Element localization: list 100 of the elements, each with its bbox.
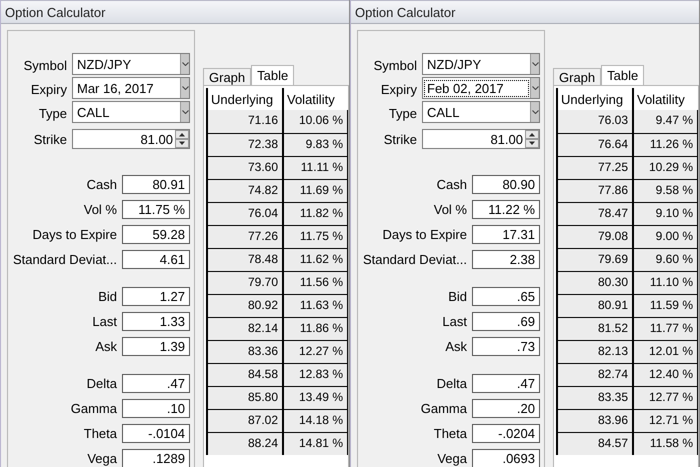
value-field: .20: [472, 399, 540, 418]
table-cell: 9.60 %: [634, 248, 698, 271]
field-label: Theta: [434, 426, 467, 443]
dropdown-button[interactable]: [180, 102, 189, 122]
table-cell: 11.69 %: [284, 179, 348, 202]
field-label: Vol %: [84, 202, 117, 219]
field-label: Bid: [98, 289, 117, 306]
dropdown-button[interactable]: [530, 54, 539, 74]
field-label: Days to Expire: [382, 227, 467, 244]
table-cell: 11.58 %: [634, 432, 698, 455]
table-cell: 83.35: [558, 386, 634, 409]
field-label: Last: [92, 314, 117, 331]
chevron-down-icon: [182, 86, 188, 90]
value-field: .73: [472, 337, 540, 356]
table-cell: 11.86 %: [284, 317, 348, 340]
field-label: Vega: [87, 451, 117, 467]
table-cell: 80.92: [208, 294, 284, 317]
table-cell: 71.16: [208, 110, 284, 133]
tab[interactable]: Table: [601, 65, 644, 85]
dropdown-field[interactable]: Feb 02, 2017: [422, 77, 540, 99]
spinner-field[interactable]: 81.00: [422, 129, 540, 149]
value-field: 80.90: [472, 175, 540, 194]
spinner-arrows-icon[interactable]: [175, 130, 189, 148]
dropdown-field[interactable]: CALL: [422, 101, 540, 123]
table-cell: 13.49 %: [284, 386, 348, 409]
tab[interactable]: Graph: [553, 68, 602, 85]
table-cell: 11.10 %: [634, 271, 698, 294]
table-cell: 12.40 %: [634, 363, 698, 386]
field-label: Standard Deviat...: [12, 252, 117, 269]
dropdown-button[interactable]: [180, 54, 189, 74]
table-cell: 11.75 %: [284, 225, 348, 248]
value-field: 11.75 %: [122, 200, 190, 219]
tab[interactable]: Graph: [203, 68, 252, 85]
table-cell: 77.26: [208, 225, 284, 248]
chevron-down-icon: [532, 86, 538, 90]
field-label: Type: [38, 106, 67, 123]
table-cell: 78.47: [558, 202, 634, 225]
field-label: Cash: [86, 177, 117, 194]
table-cell: 79.08: [558, 225, 634, 248]
value-field: 4.61: [122, 250, 190, 269]
table-cell: 11.82 %: [284, 202, 348, 225]
value-field: 80.91: [122, 175, 190, 194]
field-label: Theta: [84, 426, 117, 443]
table-cell: 78.48: [208, 248, 284, 271]
table-cell: 9.10 %: [634, 202, 698, 225]
value-field: .1289: [122, 449, 190, 467]
table-cell: 11.11 %: [284, 156, 348, 179]
dropdown-field[interactable]: NZD/JPY: [422, 53, 540, 75]
table-cell: 77.86: [558, 179, 634, 202]
table-cell: 83.36: [208, 340, 284, 363]
dropdown-field[interactable]: Mar 16, 2017: [72, 77, 190, 99]
tab[interactable]: Table: [251, 65, 294, 85]
field-label: Strike: [34, 132, 67, 149]
table-cell: 11.56 %: [284, 271, 348, 294]
value-field: 11.22 %: [472, 200, 540, 219]
table-cell: 12.27 %: [284, 340, 348, 363]
table-cell: 12.77 %: [634, 386, 698, 409]
field-label: Symbol: [374, 58, 417, 75]
dropdown-button[interactable]: [530, 102, 539, 122]
dropdown-field[interactable]: NZD/JPY: [72, 53, 190, 75]
table-cell: 72.38: [208, 133, 284, 156]
table-cell: 12.01 %: [634, 340, 698, 363]
table-cell: 79.69: [558, 248, 634, 271]
table-cell: 12.71 %: [634, 409, 698, 432]
table-cell: 84.58: [208, 363, 284, 386]
dropdown-field[interactable]: CALL: [72, 101, 190, 123]
table-cell: 76.03: [558, 110, 634, 133]
table-cell: 12.83 %: [284, 363, 348, 386]
chevron-down-icon: [532, 110, 538, 114]
chevron-down-icon: [532, 62, 538, 66]
value-field: 1.33: [122, 312, 190, 331]
table-cell: 11.77 %: [634, 317, 698, 340]
table-cell: 84.57: [558, 432, 634, 455]
table-cell: 11.63 %: [284, 294, 348, 317]
table-cell: 79.70: [208, 271, 284, 294]
spinner-field[interactable]: 81.00: [72, 129, 190, 149]
table-cell: 9.83 %: [284, 133, 348, 156]
window-title: Option Calculator: [1, 0, 349, 24]
field-label: Symbol: [24, 58, 67, 75]
table-cell: 82.13: [558, 340, 634, 363]
table-cell: 88.24: [208, 432, 284, 455]
value-field: .47: [472, 374, 540, 393]
field-label: Cash: [436, 177, 467, 194]
value-field: 59.28: [122, 225, 190, 244]
spinner-arrows-icon[interactable]: [525, 130, 539, 148]
table-cell: 73.60: [208, 156, 284, 179]
value-field: .10: [122, 399, 190, 418]
field-label: Type: [388, 106, 417, 123]
table-cell: 82.74: [558, 363, 634, 386]
table-cell: 10.29 %: [634, 156, 698, 179]
field-label: Vol %: [434, 202, 467, 219]
table-cell: 11.59 %: [634, 294, 698, 317]
dropdown-button[interactable]: [180, 78, 189, 98]
dropdown-button[interactable]: [530, 78, 539, 98]
table-cell: 11.26 %: [634, 133, 698, 156]
field-label: Gamma: [70, 401, 117, 418]
field-label: Gamma: [420, 401, 467, 418]
value-field: 2.38: [472, 250, 540, 269]
table-cell: 76.64: [558, 133, 634, 156]
table-cell: 9.58 %: [634, 179, 698, 202]
